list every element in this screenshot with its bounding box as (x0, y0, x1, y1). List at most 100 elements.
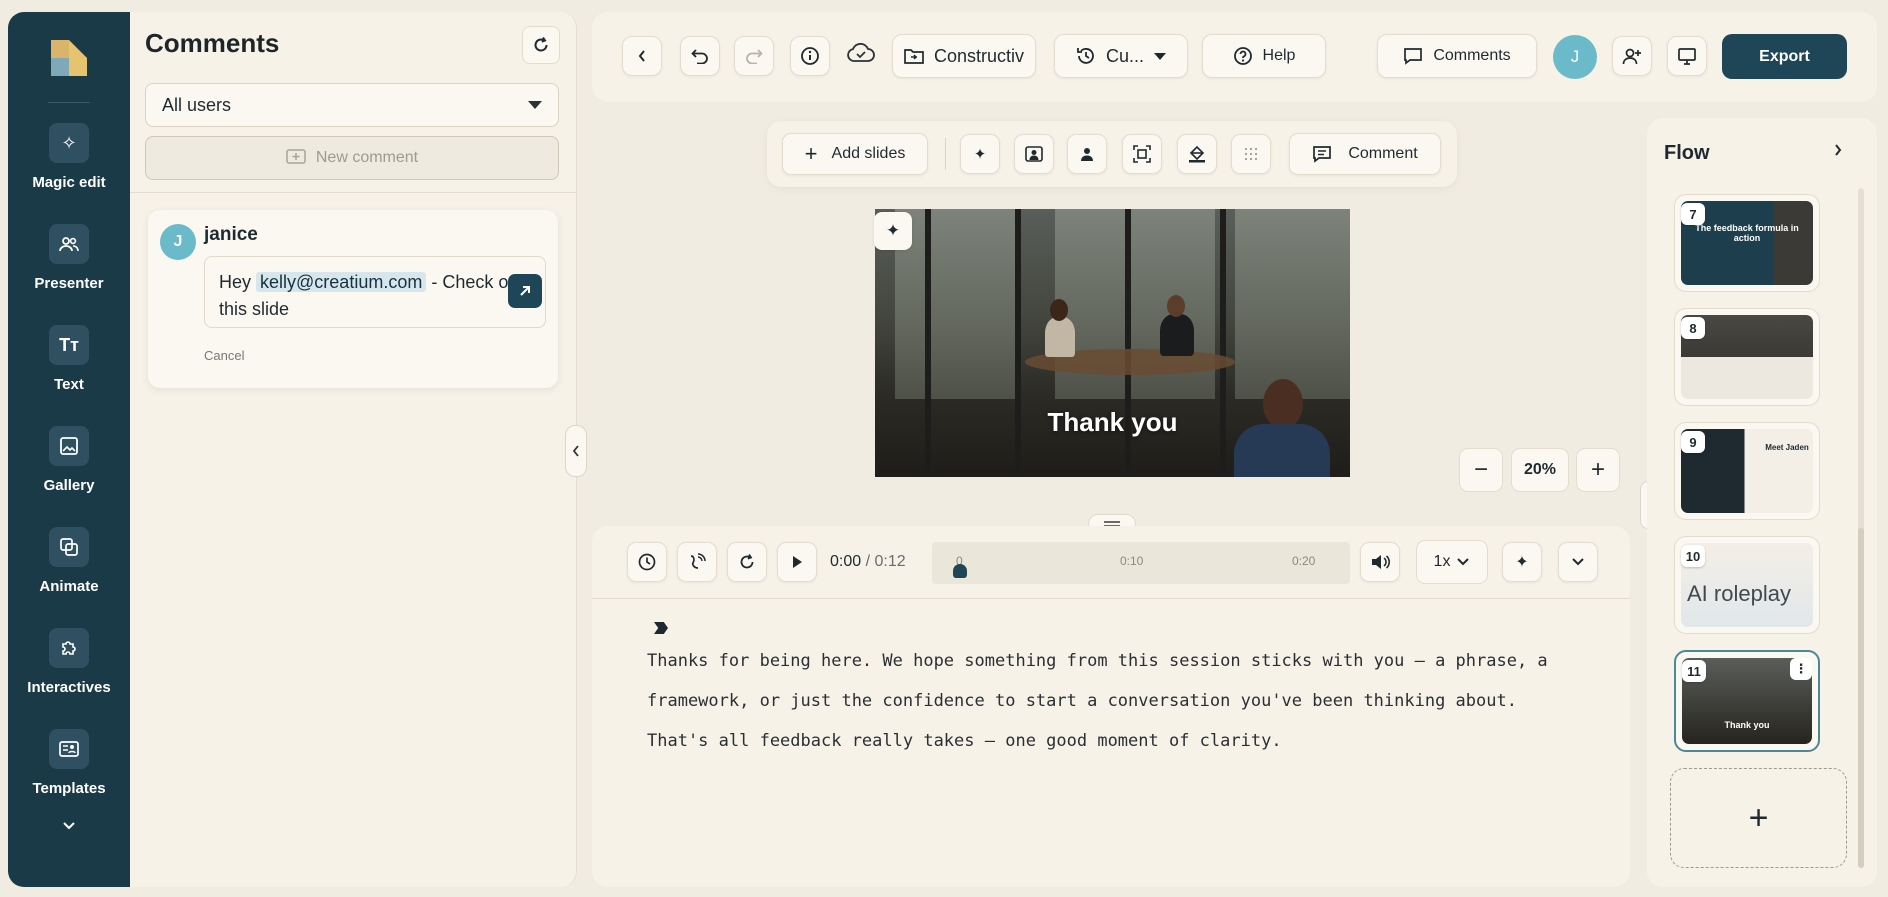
avatar-button[interactable] (1067, 134, 1107, 174)
comment-button[interactable]: Comment (1289, 133, 1441, 175)
slide-thumbnail[interactable]: 7 The feedback formula in action (1674, 194, 1820, 292)
rail-item-presenter[interactable]: Presenter (8, 224, 130, 325)
comment-card: J janice Hey kelly@creatium.com - Check … (148, 210, 558, 388)
slide-title[interactable]: Thank you (875, 407, 1350, 438)
refresh-button[interactable] (522, 26, 560, 64)
rail-item-interactives[interactable]: Interactives (8, 628, 130, 729)
rail-item-text[interactable]: Tт Text (8, 325, 130, 426)
top-toolbar: Constructiv Cu... Help Comments J Export (592, 12, 1877, 102)
more-options-icon[interactable]: ⋮ (1790, 658, 1812, 680)
avatar[interactable]: J (1553, 35, 1597, 79)
scrollbar-thumb[interactable] (1858, 528, 1864, 868)
expand-panel-button[interactable] (1558, 542, 1598, 582)
rail-item-magic-edit[interactable]: ✧ Magic edit (8, 123, 130, 224)
avatar[interactable]: J (160, 224, 196, 260)
panel-title: Comments (145, 28, 280, 58)
sparkle-icon: ✦ (1515, 554, 1529, 571)
background-fill-button[interactable] (1177, 134, 1217, 174)
help-button[interactable]: Help (1202, 34, 1326, 78)
puzzle-icon (49, 628, 89, 668)
project-name-button[interactable]: Constructiv (892, 34, 1036, 78)
slide-thumbnail[interactable]: 8 (1674, 308, 1820, 406)
zoom-level: 20% (1511, 448, 1569, 492)
user-mention[interactable]: kelly@creatium.com (256, 272, 427, 292)
invite-user-button[interactable] (1612, 36, 1652, 76)
panel-divider (592, 598, 1630, 599)
rail-item-animate[interactable]: Animate (8, 527, 130, 628)
comment-icon (1404, 48, 1423, 65)
voice-icon (690, 553, 706, 569)
chevron-left-icon (638, 50, 645, 62)
time-separator: / (861, 553, 875, 570)
play-button[interactable] (777, 542, 817, 582)
arrow-up-right-icon (520, 286, 530, 296)
add-user-icon (1622, 48, 1641, 65)
collapse-panel-handle[interactable] (565, 425, 587, 477)
rail-item-gallery[interactable]: Gallery (8, 426, 130, 527)
add-slide-button[interactable]: + (1670, 768, 1847, 868)
ai-edit-button[interactable]: ✦ (960, 134, 1000, 174)
new-comment-button[interactable]: New comment (145, 136, 559, 180)
app-logo[interactable] (51, 40, 87, 76)
zoom-in-button[interactable]: + (1576, 448, 1620, 492)
playback-speed-select[interactable]: 1x (1416, 540, 1488, 584)
comments-button[interactable]: Comments (1377, 34, 1537, 78)
presenter-card-button[interactable] (1014, 134, 1054, 174)
script-panel: 0:00 / 0:12 0 0:10 0:20 1x ✦ Thanks for … (592, 526, 1630, 887)
rail-item-label: Magic edit (32, 174, 106, 191)
user-filter-select[interactable]: All users (145, 83, 559, 127)
timeline-tick: 0:10 (1120, 554, 1144, 568)
volume-button[interactable] (1360, 542, 1400, 582)
animate-icon (49, 527, 89, 567)
replay-button[interactable] (727, 542, 767, 582)
slide-number: 9 (1681, 431, 1705, 453)
version-history-button[interactable]: Cu... (1054, 34, 1188, 78)
undo-button[interactable] (680, 36, 720, 76)
media-button[interactable] (1122, 134, 1162, 174)
history-icon (1077, 48, 1094, 64)
presenter-card-icon (1025, 146, 1043, 162)
slide-magic-button[interactable]: ✦ (874, 212, 912, 250)
total-time: 0:12 (874, 553, 906, 570)
help-label: Help (1262, 47, 1296, 64)
script-marker-icon (654, 622, 668, 634)
cancel-link[interactable]: Cancel (204, 348, 244, 363)
monitor-icon (1678, 48, 1696, 65)
redo-button[interactable] (734, 36, 774, 76)
playhead-handle[interactable] (953, 564, 967, 578)
back-button[interactable] (622, 36, 662, 76)
submit-comment-button[interactable] (508, 274, 542, 308)
slide-number: 7 (1681, 203, 1705, 225)
info-button[interactable] (790, 36, 830, 76)
add-slides-button[interactable]: + Add slides (782, 133, 928, 175)
comments-panel: Comments All users New comment J janice … (130, 12, 577, 887)
add-slides-label: Add slides (831, 145, 906, 162)
timing-button[interactable] (627, 542, 667, 582)
templates-icon (49, 729, 89, 769)
export-button[interactable]: Export (1722, 34, 1847, 79)
user-filter-value: All users (162, 94, 232, 115)
chevron-down-icon[interactable] (62, 818, 76, 836)
present-button[interactable] (1667, 36, 1707, 76)
slide-canvas[interactable]: Thank you (875, 209, 1350, 477)
rail-item-label: Interactives (27, 679, 111, 696)
rail-item-templates[interactable]: Templates (8, 729, 130, 830)
chevron-right-icon[interactable] (1833, 140, 1843, 163)
timeline-track[interactable]: 0 0:10 0:20 (932, 542, 1350, 584)
script-text[interactable]: Thanks for being here. We hope something… (647, 641, 1577, 761)
comment-body[interactable]: Hey kelly@creatium.com - Check out this … (204, 256, 546, 328)
slide-toolbar: + Add slides ✦ Comment (767, 121, 1457, 187)
grid-button[interactable] (1231, 134, 1271, 174)
ai-voice-button[interactable]: ✦ (1502, 542, 1542, 582)
slide-thumbnail-selected[interactable]: 11 ⋮ Thank you (1674, 650, 1820, 752)
toolbar-divider (945, 138, 946, 170)
replay-icon (740, 554, 754, 569)
slide-thumbnail[interactable]: 10 AI roleplay (1674, 536, 1820, 634)
flow-scrollbar[interactable] (1858, 188, 1864, 868)
flow-panel: Flow 7 The feedback formula in action 8 … (1647, 118, 1877, 887)
slide-thumbnail[interactable]: 9 Meet Jaden (1674, 422, 1820, 520)
voice-button[interactable] (677, 542, 717, 582)
chevron-down-icon (1457, 558, 1470, 566)
zoom-out-button[interactable]: − (1459, 448, 1503, 492)
project-name: Constructiv (933, 45, 1025, 66)
